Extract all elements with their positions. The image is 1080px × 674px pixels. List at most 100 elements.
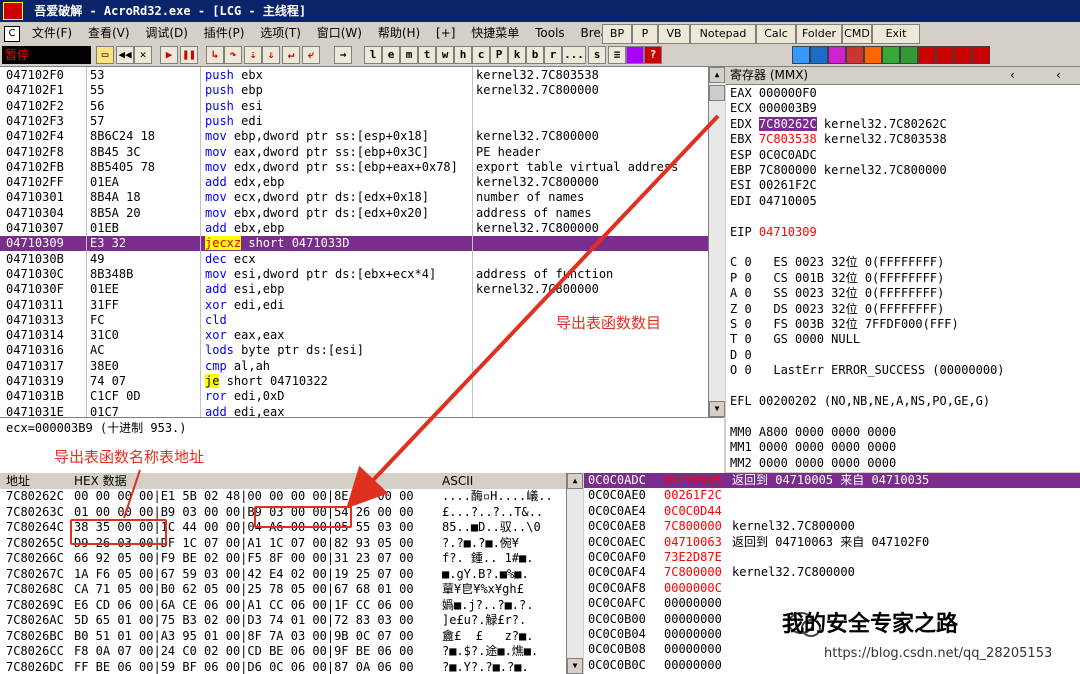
- run-trace-button[interactable]: ...: [562, 46, 586, 64]
- menu-view[interactable]: 查看(V): [82, 22, 136, 44]
- p-button[interactable]: P: [632, 24, 658, 44]
- step-over-icon[interactable]: ↷: [224, 46, 242, 64]
- menu-quick[interactable]: 快捷菜单: [465, 22, 525, 44]
- log-button[interactable]: l: [364, 46, 382, 64]
- register-row[interactable]: A 0 SS 0023 32位 0(FFFFFFFF): [730, 286, 944, 301]
- disasm-row[interactable]: 04710316 AC lods byte ptr ds:[esi]: [0, 343, 708, 358]
- breakpoints-button[interactable]: b: [526, 46, 544, 64]
- handles-button[interactable]: h: [454, 46, 472, 64]
- dump-row[interactable]: 7C80262C 00 00 00 00|E1 5B 02 48|00 00 00…: [0, 489, 566, 505]
- stack-row[interactable]: 0C0C0ADC 04710005 返回到 04710005 来自 04710035: [584, 473, 1080, 489]
- open-icon[interactable]: ▭: [96, 46, 114, 64]
- disasm-row[interactable]: 047102FB 8B5405 78 mov edx,dword ptr ss:[e…: [0, 160, 708, 175]
- calc-button[interactable]: Calc: [756, 24, 796, 44]
- disasm-row[interactable]: 04710307 01EB add ebx,ebp kernel32.7C800000: [0, 221, 708, 236]
- references-button[interactable]: r: [544, 46, 562, 64]
- stack-row[interactable]: 0C0C0AF4 7C800000 kernel32.7C800000: [584, 565, 1080, 580]
- notepad-button[interactable]: Notepad: [690, 24, 756, 44]
- register-row[interactable]: EAX 000000F0: [730, 86, 817, 101]
- disasm-row[interactable]: 04710319 74 07 je short 04710322: [0, 374, 708, 389]
- threads-button[interactable]: t: [418, 46, 436, 64]
- execute-till-return-icon[interactable]: ↵: [282, 46, 300, 64]
- stack-row[interactable]: 0C0C0AE8 7C800000 kernel32.7C800000: [584, 519, 1080, 534]
- disasm-row[interactable]: 047102F0 53 push ebx kernel32.7C803538: [0, 68, 708, 83]
- cpu-button[interactable]: c: [472, 46, 490, 64]
- register-row[interactable]: EDI 04710005: [730, 194, 817, 209]
- register-row[interactable]: S 0 FS 003B 32位 7FFDF000(FFF): [730, 317, 959, 332]
- register-row[interactable]: MM1 0000 0000 0000 0000: [730, 440, 896, 455]
- dump-row[interactable]: 7C80266C 66 92 05 00|F9 BE 02 00|F5 8F 00…: [0, 551, 566, 567]
- memory-button[interactable]: m: [400, 46, 418, 64]
- register-row[interactable]: P 0 CS 001B 32位 0(FFFFFFFF): [730, 271, 944, 286]
- target-icon[interactable]: [846, 46, 864, 64]
- dump-scroll-down-icon[interactable]: ▼: [567, 658, 583, 674]
- pause-icon[interactable]: ❚❚: [180, 46, 198, 64]
- register-row[interactable]: EIP 04710309: [730, 225, 817, 240]
- scroll-icon[interactable]: [810, 46, 828, 64]
- stack-row[interactable]: 0C0C0AE4 0C0C0D44: [584, 504, 1080, 519]
- source-button[interactable]: s: [588, 46, 606, 64]
- disasm-row[interactable]: 0471031B C1CF 0D ror edi,0xD: [0, 389, 708, 404]
- register-row[interactable]: EBX 7C803538 kernel32.7C803538: [730, 132, 947, 147]
- jie-icon[interactable]: [972, 46, 990, 64]
- register-value[interactable]: 7C803538: [759, 132, 817, 146]
- register-row[interactable]: ESP 0C0C0ADC: [730, 148, 817, 163]
- menu-tools[interactable]: Tools: [529, 22, 571, 44]
- register-row[interactable]: MM2 0000 0000 0000 0000: [730, 456, 896, 471]
- disasm-row[interactable]: 047102F3 57 push edi: [0, 114, 708, 129]
- register-row[interactable]: EFL 00200202 (NO,NB,NE,A,NS,PO,GE,G): [730, 394, 990, 409]
- register-row[interactable]: ESI 00261F2C: [730, 178, 817, 193]
- help-icon[interactable]: ?: [644, 46, 662, 64]
- register-value[interactable]: 7C80262C: [758, 116, 817, 131]
- execute-till-user-icon[interactable]: ⤶: [302, 46, 320, 64]
- menu-options[interactable]: 选项(T): [254, 22, 307, 44]
- fire-icon[interactable]: [864, 46, 882, 64]
- menu-plugins[interactable]: 插件(P): [198, 22, 251, 44]
- refresh-icon[interactable]: [792, 46, 810, 64]
- disasm-row[interactable]: 04710317 38E0 cmp al,ah: [0, 359, 708, 374]
- exit-button[interactable]: Exit: [872, 24, 920, 44]
- disasm-row[interactable]: 04710311 31FF xor edi,edi: [0, 298, 708, 313]
- dump-scrollbar[interactable]: ▲ ▼: [566, 473, 583, 674]
- executables-button[interactable]: e: [382, 46, 400, 64]
- register-row[interactable]: EBP 7C800000 kernel32.7C800000: [730, 163, 947, 178]
- dump-row[interactable]: 7C8026BC B0 51 01 00|A3 95 01 00|8F 7A 03…: [0, 629, 566, 645]
- rewind-icon[interactable]: ◀◀: [116, 46, 134, 64]
- menu-file[interactable]: 文件(F): [26, 22, 78, 44]
- disasm-row[interactable]: 04710304 8B5A 20 mov ebx,dword ptr ds:[edx…: [0, 206, 708, 221]
- register-value[interactable]: 04710309: [759, 225, 817, 239]
- trace-over-icon[interactable]: ⇓: [262, 46, 280, 64]
- register-row[interactable]: ECX 000003B9: [730, 101, 817, 116]
- bp-button[interactable]: BP: [602, 24, 632, 44]
- disasm-row[interactable]: 0471030C 8B348B mov esi,dword ptr ds:[ebx+…: [0, 267, 708, 282]
- stack-row[interactable]: 0C0C0AE0 00261F2C: [584, 488, 1080, 503]
- disasm-row[interactable]: 04710301 8B4A 18 mov ecx,dword ptr ds:[edx…: [0, 190, 708, 205]
- dump-row[interactable]: 7C80267C 1A F6 05 00|67 59 03 00|42 E4 02…: [0, 567, 566, 583]
- register-row[interactable]: C 0 ES 0023 32位 0(FFFFFFFF): [730, 255, 944, 270]
- dump-row[interactable]: 7C8026AC 5D 65 01 00|75 B3 02 00|D3 74 01…: [0, 613, 566, 629]
- stack-pane[interactable]: 0C0C0ADC 04710005 返回到 04710005 来自 04710035…: [584, 473, 1080, 674]
- disasm-row[interactable]: 047102F4 8B6C24 18 mov ebp,dword ptr ss:[e…: [0, 129, 708, 144]
- scroll-up-icon[interactable]: ▲: [709, 67, 725, 83]
- register-row[interactable]: EDX 7C80262C kernel32.7C80262C: [730, 116, 947, 132]
- disasm-scrollbar[interactable]: ▲ ▼: [708, 67, 725, 417]
- folder-button[interactable]: Folder: [796, 24, 842, 44]
- trace-into-icon[interactable]: ⇣: [244, 46, 262, 64]
- po-icon[interactable]: [954, 46, 972, 64]
- dump-row[interactable]: 7C8026DC FF BE 06 00|59 BF 06 00|D6 0C 06…: [0, 660, 566, 674]
- disasm-row[interactable]: 047102F8 8B45 3C mov eax,dword ptr ss:[ebp…: [0, 145, 708, 160]
- step-into-icon[interactable]: ↳: [206, 46, 224, 64]
- stack-row[interactable]: 0C0C0AF0 73E2D87E: [584, 550, 1080, 565]
- options-icon[interactable]: ≡: [608, 46, 626, 64]
- registers-pane[interactable]: 寄存器 (MMX) ‹ ‹ EAX 000000F0 ECX 000003B9 ED…: [726, 67, 1080, 472]
- register-row[interactable]: O 0 LastErr ERROR_SUCCESS (00000000): [730, 363, 1005, 378]
- register-row[interactable]: MM3 8000 0000 0000 0000: [730, 471, 896, 472]
- register-row[interactable]: Z 0 DS 0023 32位 0(FFFFFFFF): [730, 302, 944, 317]
- cmd-button[interactable]: CMD: [842, 24, 872, 44]
- dump-row[interactable]: 7C80268C CA 71 05 00|B0 62 05 00|25 78 05…: [0, 582, 566, 598]
- register-row[interactable]: T 0 GS 0000 NULL: [730, 332, 860, 347]
- scroll-down-icon[interactable]: ▼: [709, 401, 725, 417]
- disassembly-pane[interactable]: 047102F0 53 push ebx kernel32.7C803538 04710…: [0, 67, 708, 417]
- vb-button[interactable]: VB: [658, 24, 690, 44]
- scroll-thumb[interactable]: [709, 85, 725, 101]
